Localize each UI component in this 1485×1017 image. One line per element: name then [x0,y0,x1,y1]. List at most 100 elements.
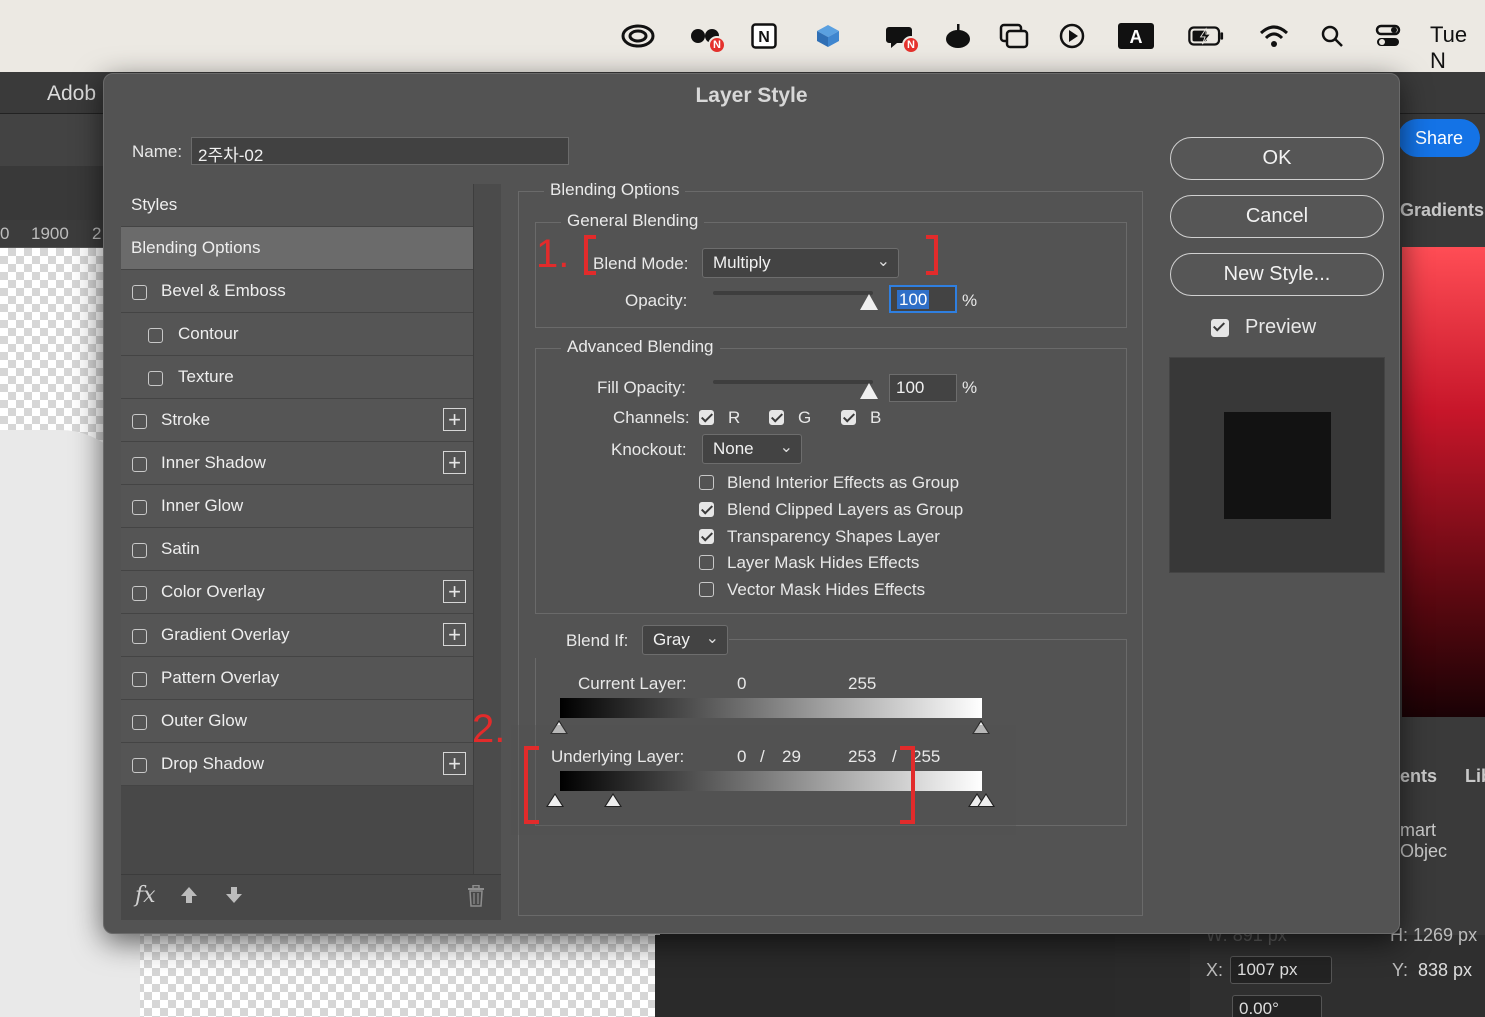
satin-checkbox[interactable] [132,543,147,558]
play-icon[interactable] [1054,18,1090,54]
blending-options-panel: Blending Options General Blending Blend … [511,180,1143,916]
notion-icon[interactable]: N [746,18,782,54]
name-label: Name: [132,142,183,161]
menu-bar-clock[interactable]: Tue N [1430,22,1485,74]
preview-checkbox[interactable] [1211,319,1229,337]
color-overlay-checkbox[interactable] [132,586,147,601]
styles-header[interactable]: Styles [121,184,473,227]
window-stack-icon[interactable] [996,18,1032,54]
inner-glow-checkbox[interactable] [132,500,147,515]
contour-checkbox[interactable] [148,328,163,343]
ok-button[interactable]: OK [1170,137,1384,180]
gradient-overlay-checkbox[interactable] [132,629,147,644]
vector-mask-hides-checkbox[interactable] [699,582,714,597]
finder-icon[interactable] [810,18,846,54]
text-input-icon[interactable]: A [1118,18,1154,54]
battery-icon[interactable] [1188,18,1224,54]
libraries-panel-tab[interactable]: Lib [1465,766,1485,787]
style-item-label: Texture [178,367,234,386]
channel-g-checkbox[interactable] [769,410,784,425]
blend-clipped-label: Blend Clipped Layers as Group [727,500,964,519]
height-label: H: 1269 px [1390,925,1478,945]
preview-label: Preview [1245,316,1317,338]
vector-mask-hides-label: Vector Mask Hides Effects [727,580,926,599]
general-blending-title: General Blending [561,211,705,231]
share-button[interactable]: Share [1398,119,1480,157]
style-item-color-overlay[interactable]: Color Overlay + [121,571,473,614]
add-stroke-button[interactable]: + [443,408,466,431]
style-item-satin[interactable]: Satin [121,528,473,571]
channel-g-label: G [798,408,812,427]
blend-mode-dropdown[interactable]: Multiply ⌄ [702,248,899,278]
fx-icon[interactable]: fx [135,883,156,908]
style-item-stroke[interactable]: Stroke + [121,399,473,442]
channel-b-label: B [870,408,882,427]
add-color-overlay-button[interactable]: + [443,580,466,603]
wifi-icon[interactable] [1256,18,1292,54]
style-item-label: Contour [178,324,239,343]
blend-if-value: Gray [653,630,690,649]
style-item-pattern-overlay[interactable]: Pattern Overlay [121,657,473,700]
pattern-overlay-checkbox[interactable] [132,672,147,687]
name-field[interactable]: 2주차-02 [191,137,569,165]
opacity-slider[interactable] [713,291,873,295]
drop-shadow-checkbox[interactable] [132,758,147,773]
transparency-shapes-checkbox[interactable] [699,529,714,544]
channel-r-checkbox[interactable] [699,410,714,425]
style-item-inner-shadow[interactable]: Inner Shadow + [121,442,473,485]
style-item-inner-glow[interactable]: Inner Glow [121,485,473,528]
style-item-outer-glow[interactable]: Outer Glow [121,700,473,743]
styles-scrollbar[interactable] [473,184,501,874]
underlying-sep: / [892,747,897,766]
fill-opacity-slider[interactable] [713,380,873,384]
stroke-checkbox[interactable] [132,414,147,429]
trash-icon[interactable] [466,884,486,913]
style-item-bevel-emboss[interactable]: Bevel & Emboss [121,270,473,313]
opacity-slider-handle[interactable] [860,294,878,310]
underlying-white-handle-right[interactable] [977,793,995,807]
bevel-emboss-checkbox[interactable] [132,285,147,300]
cancel-button[interactable]: Cancel [1170,195,1384,238]
x-field[interactable]: 1007 px [1230,956,1332,984]
style-item-texture[interactable]: Texture [121,356,473,399]
new-style-button[interactable]: New Style... [1170,253,1384,296]
y-value[interactable]: 838 px [1418,960,1472,981]
style-item-label: Inner Glow [161,496,244,515]
style-item-blending-options[interactable]: Blending Options [121,227,473,270]
gradients-panel-tab[interactable]: Gradients [1400,200,1484,221]
underlying-black-handle-right[interactable] [604,793,622,807]
inner-shadow-checkbox[interactable] [132,457,147,472]
opacity-field[interactable]: 100 [889,285,957,313]
search-icon[interactable] [1314,18,1350,54]
underlying-black-handle-left[interactable] [546,793,564,807]
fill-opacity-field[interactable]: 100 [889,374,957,402]
channel-b-checkbox[interactable] [841,410,856,425]
style-item-drop-shadow[interactable]: Drop Shadow + [121,743,473,786]
chevron-down-icon: ⌄ [876,253,890,270]
style-item-label: Inner Shadow [161,453,266,472]
notification-app-icon[interactable]: N [688,18,726,54]
angle-field[interactable]: 0.00° [1232,995,1322,1017]
outer-glow-checkbox[interactable] [132,715,147,730]
creative-cloud-icon[interactable] [620,18,656,54]
blend-interior-checkbox[interactable] [699,475,714,490]
blend-if-dropdown[interactable]: Gray ⌄ [642,625,728,655]
texture-checkbox[interactable] [148,371,163,386]
fill-opacity-slider-handle[interactable] [860,383,878,399]
messenger-icon[interactable]: N [882,18,920,54]
add-inner-shadow-button[interactable]: + [443,451,466,474]
style-item-gradient-overlay[interactable]: Gradient Overlay + [121,614,473,657]
move-down-icon[interactable] [224,885,244,911]
layer-mask-hides-checkbox[interactable] [699,555,714,570]
add-gradient-overlay-button[interactable]: + [443,623,466,646]
blend-clipped-checkbox[interactable] [699,502,714,517]
knockout-dropdown[interactable]: None ⌄ [702,434,802,464]
apple-music-icon[interactable] [940,18,976,54]
panel-tab[interactable]: ents [1400,766,1437,787]
gradient-swatch[interactable] [1402,247,1485,717]
fill-opacity-label: Fill Opacity: [597,378,686,397]
control-center-icon[interactable] [1370,18,1406,54]
move-up-icon[interactable] [179,885,199,911]
style-item-contour[interactable]: Contour [121,313,473,356]
add-drop-shadow-button[interactable]: + [443,752,466,775]
